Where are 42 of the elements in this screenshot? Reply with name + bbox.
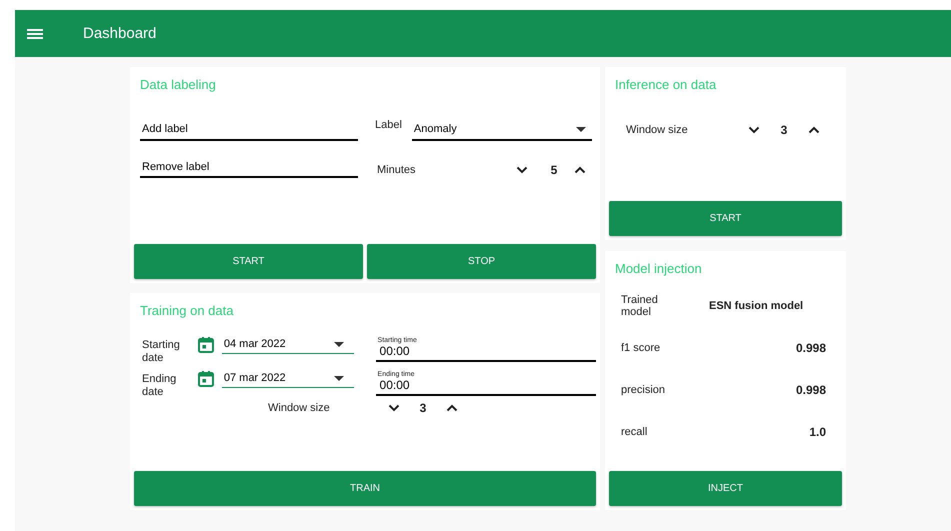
metric-label: recall — [621, 426, 648, 438]
action-button[interactable]: START — [609, 201, 842, 236]
calendar-icon[interactable] — [198, 337, 214, 353]
metric-value: 1.0 — [809, 425, 826, 439]
metric-label: f1 score — [621, 342, 662, 354]
chevron-up-icon[interactable] — [574, 166, 586, 174]
metric-value: 0.998 — [796, 383, 826, 397]
card-title: Data labeling — [140, 77, 217, 93]
stepper-label: Window size — [626, 124, 689, 136]
stepper-value: 3 — [780, 123, 788, 137]
dropdown-caret-icon[interactable] — [334, 342, 344, 346]
card-title: Model injection — [615, 261, 703, 277]
date-field[interactable]: 04 mar 2022 — [222, 337, 354, 354]
menu-icon[interactable] — [27, 28, 43, 40]
stepper-value: 5 — [550, 162, 558, 176]
action-button[interactable]: INJECT — [609, 471, 842, 506]
chevron-down-icon[interactable] — [516, 166, 528, 174]
chevron-up-icon[interactable] — [808, 126, 820, 134]
page-title: Dashboard — [83, 25, 156, 42]
metric-label: Trained model — [621, 294, 659, 318]
dropdown-caret-icon[interactable] — [576, 126, 586, 132]
field-label: Starting date — [142, 338, 181, 365]
chevron-down-icon[interactable] — [748, 126, 760, 134]
dropdown-field[interactable]: Anomaly — [412, 113, 592, 141]
stepper-value: 3 — [418, 401, 428, 415]
action-button[interactable]: TRAIN — [134, 471, 596, 506]
stepper-label: Minutes — [377, 164, 417, 176]
metric-value: ESN fusion model — [709, 300, 804, 312]
metric-value: 0.998 — [796, 341, 826, 355]
field-label: Ending date — [142, 372, 178, 399]
calendar-icon[interactable] — [198, 371, 214, 387]
action-button[interactable]: START — [134, 244, 363, 279]
card-title: Training on data — [140, 303, 234, 319]
metric-label: precision — [621, 384, 666, 396]
date-field[interactable]: 07 mar 2022 — [222, 371, 354, 388]
stepper-label: Window size — [268, 402, 331, 414]
chevron-down-icon[interactable] — [388, 404, 400, 412]
field-label: Label — [375, 118, 402, 131]
card-title: Inference on data — [615, 77, 718, 93]
chevron-up-icon[interactable] — [446, 404, 458, 412]
action-button[interactable]: STOP — [367, 244, 596, 279]
dropdown-caret-icon[interactable] — [334, 376, 344, 380]
